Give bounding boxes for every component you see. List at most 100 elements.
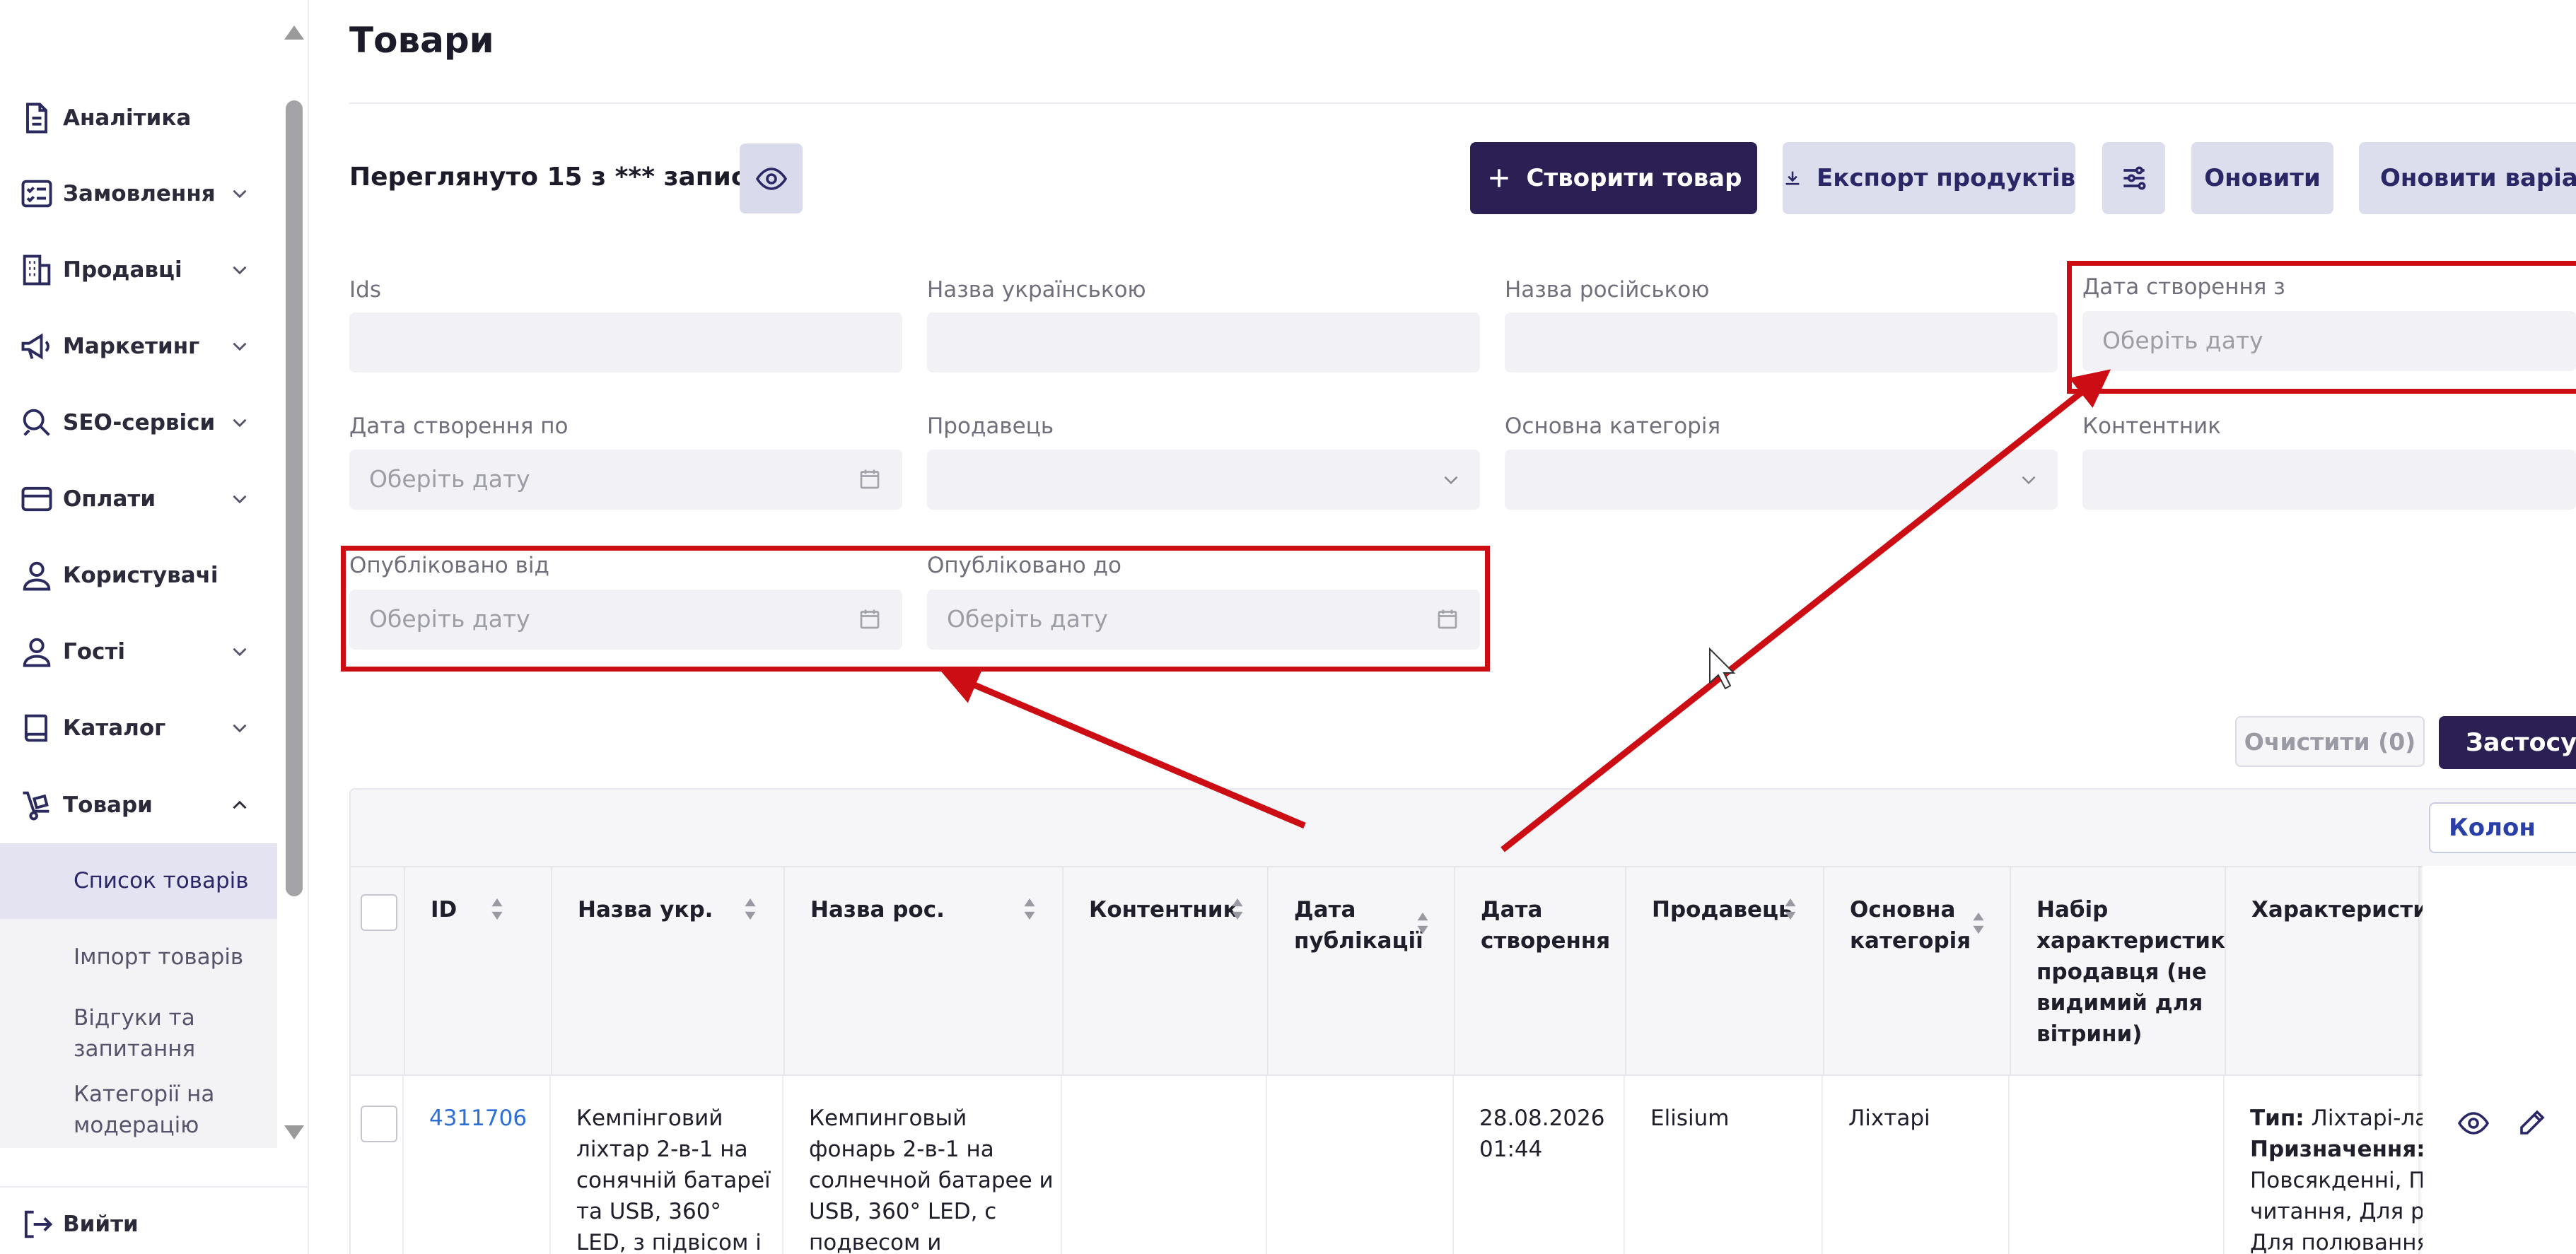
filter-settings-button[interactable] bbox=[2102, 142, 2165, 214]
toggle-visibility-button[interactable] bbox=[740, 143, 803, 213]
sort-icon[interactable] bbox=[1022, 897, 1037, 921]
column-header-seller-features: Набір характеристик продавця (не видимий… bbox=[2011, 867, 2226, 1077]
column-header-name-ru[interactable]: Назва рос. bbox=[785, 867, 1063, 1077]
export-products-button[interactable]: Експорт продуктів bbox=[1783, 142, 2075, 214]
sort-icon[interactable] bbox=[1230, 897, 1245, 921]
cell-id: 4311706 bbox=[404, 1076, 551, 1254]
chevron-down-icon bbox=[233, 266, 247, 275]
sort-icon[interactable] bbox=[490, 897, 504, 921]
sidebar-item-payments[interactable]: Оплати bbox=[0, 461, 277, 537]
feature-type-key: Тип: bbox=[2250, 1106, 2304, 1131]
chevron-down-icon bbox=[233, 495, 247, 504]
main-category-select[interactable] bbox=[1505, 450, 2058, 510]
sidebar-item-orders[interactable]: Замовлення bbox=[0, 156, 277, 232]
column-header-content-manager[interactable]: Контентник bbox=[1063, 867, 1269, 1077]
name-ru-input[interactable] bbox=[1505, 312, 2058, 373]
select-all-checkbox[interactable] bbox=[361, 894, 397, 931]
name-ua-input[interactable] bbox=[927, 312, 1480, 373]
sidebar-subitem-import[interactable]: Імпорт товарів bbox=[0, 926, 277, 990]
content-manager-select[interactable] bbox=[2082, 450, 2576, 510]
chevron-up-icon bbox=[233, 800, 247, 809]
refresh-variants-label: Оновити варіат bbox=[2380, 164, 2576, 192]
column-header-id[interactable]: ID bbox=[405, 867, 552, 1077]
hand-truck-icon bbox=[17, 785, 57, 825]
sort-icon[interactable] bbox=[743, 897, 757, 921]
sort-icon[interactable] bbox=[1783, 897, 1797, 921]
sort-icon[interactable] bbox=[1416, 911, 1430, 935]
building-icon bbox=[17, 250, 57, 290]
row-checkbox[interactable] bbox=[361, 1106, 397, 1142]
divider bbox=[349, 102, 2576, 104]
row-select-cell bbox=[351, 1076, 404, 1254]
chevron-down-icon bbox=[233, 724, 247, 733]
cell-publish-date bbox=[1267, 1076, 1454, 1254]
sidebar-item-label: Маркетинг bbox=[63, 334, 200, 359]
chevron-down-icon bbox=[233, 189, 247, 199]
columns-button[interactable]: Колон bbox=[2429, 802, 2576, 853]
seo-search-icon bbox=[17, 403, 57, 443]
sidebar-item-users[interactable]: Користувачі bbox=[0, 537, 277, 614]
apply-filters-button[interactable]: Застосу bbox=[2439, 716, 2576, 769]
cell-content-manager bbox=[1062, 1076, 1267, 1254]
sidebar-item-sellers[interactable]: Продавці bbox=[0, 232, 277, 308]
sidebar-item-label: Замовлення bbox=[63, 181, 216, 206]
sidebar-item-label: Оплати bbox=[63, 486, 156, 512]
column-header-publish-date[interactable]: Дата публікації bbox=[1269, 867, 1455, 1077]
name-ua-label: Назва українською bbox=[927, 277, 1146, 303]
sidebar-item-label: Товари bbox=[63, 792, 153, 818]
records-count: Переглянуто 15 з *** записів bbox=[349, 163, 771, 192]
chevron-down-icon bbox=[2022, 476, 2036, 485]
column-header-seller[interactable]: Продавець bbox=[1626, 867, 1824, 1077]
plus-icon bbox=[1489, 169, 1508, 187]
refresh-label: Оновити bbox=[2204, 164, 2321, 192]
sidebar-item-label: Гості bbox=[63, 639, 126, 664]
checklist-icon bbox=[17, 174, 57, 213]
sort-icon[interactable] bbox=[1971, 911, 1986, 935]
sidebar-scrollbar[interactable] bbox=[279, 0, 309, 1148]
logout-button[interactable]: Вийти bbox=[0, 1186, 277, 1254]
ids-input[interactable] bbox=[349, 312, 902, 373]
export-products-label: Експорт продуктів bbox=[1817, 164, 2075, 192]
scroll-down-arrow-icon[interactable] bbox=[284, 1125, 304, 1139]
table-toolbar bbox=[349, 788, 2576, 866]
sidebar-item-analytics[interactable]: Аналітика bbox=[0, 80, 277, 156]
sidebar-item-label: Каталог bbox=[63, 715, 166, 741]
sidebar-item-marketing[interactable]: Маркетинг bbox=[0, 308, 277, 385]
create-product-button[interactable]: Створити товар bbox=[1470, 142, 1757, 214]
sidebar-item-seo[interactable]: SEO-сервіси bbox=[0, 385, 277, 461]
refresh-variants-button[interactable]: Оновити варіат bbox=[2359, 142, 2576, 214]
refresh-button[interactable]: Оновити bbox=[2191, 142, 2333, 214]
sidebar-item-label: Аналітика bbox=[63, 105, 192, 131]
sidebar-subitem-product-list[interactable]: Список товарів bbox=[0, 843, 277, 919]
user-icon bbox=[17, 556, 57, 595]
chevron-down-icon bbox=[233, 647, 247, 657]
edit-pencil-icon[interactable] bbox=[2516, 1105, 2550, 1139]
ids-label: Ids bbox=[349, 277, 381, 303]
document-icon bbox=[17, 98, 57, 138]
cell-seller-features bbox=[2010, 1076, 2225, 1254]
scroll-up-arrow-icon[interactable] bbox=[284, 25, 304, 40]
sidebar-item-guests[interactable]: Гості bbox=[0, 614, 277, 690]
column-header-main-category[interactable]: Основна категорія bbox=[1824, 867, 2011, 1077]
page-title: Товари bbox=[349, 20, 494, 61]
chevron-down-icon bbox=[1444, 476, 1458, 485]
chevron-down-icon bbox=[233, 418, 247, 428]
cell-main-category: Ліхтарі bbox=[1823, 1076, 2010, 1254]
seller-select[interactable] bbox=[927, 450, 1480, 510]
scrollbar-thumb[interactable] bbox=[286, 100, 303, 896]
sidebar-subitem-categories-moderation[interactable]: Категорії на модерацію bbox=[0, 1066, 277, 1148]
seller-label: Продавець bbox=[927, 414, 1054, 439]
clear-filters-button[interactable]: Очистити (0) bbox=[2235, 716, 2425, 767]
view-eye-icon[interactable] bbox=[2456, 1106, 2490, 1140]
credit-card-icon bbox=[17, 479, 57, 519]
sidebar-item-catalog[interactable]: Каталог bbox=[0, 690, 277, 766]
sidebar-item-label: Користувачі bbox=[63, 563, 218, 588]
created-to-date-input[interactable]: Оберіть дату bbox=[349, 450, 902, 510]
sidebar-subitem-reviews[interactable]: Відгуки та запитання bbox=[0, 990, 277, 1067]
product-id-link[interactable]: 4311706 bbox=[429, 1103, 527, 1134]
sidebar-item-products[interactable]: Товари bbox=[0, 767, 277, 843]
date-placeholder: Оберіть дату bbox=[369, 465, 530, 493]
column-header-name-ua[interactable]: Назва укр. bbox=[552, 867, 785, 1077]
column-header-created-date[interactable]: Дата створення bbox=[1455, 867, 1626, 1077]
table-body: 4311706 Кемпінговий ліхтар 2-в-1 на соня… bbox=[349, 1076, 2576, 1254]
